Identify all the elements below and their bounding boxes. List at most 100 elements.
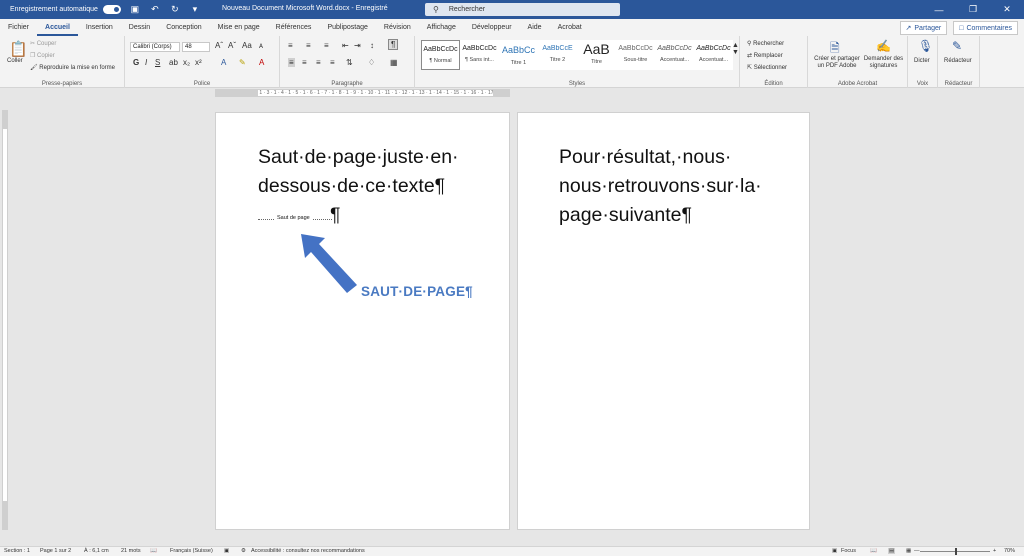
replace-button[interactable]: ⇄ Remplacer [747, 52, 783, 59]
status-position[interactable]: À : 6,1 cm [84, 548, 109, 554]
font-name-select[interactable]: Calibri (Corps) [130, 42, 180, 52]
style-emphasis-subtle[interactable]: AaBbCcDc Accentuat... [655, 40, 694, 70]
vertical-ruler[interactable] [0, 98, 10, 546]
sort-icon[interactable]: ↕ [370, 41, 374, 50]
format-painter-button[interactable]: 🖌 Reproduire la mise en forme [30, 64, 115, 71]
style-no-spacing[interactable]: AaBbCcDc ¶ Sans int... [460, 40, 499, 70]
zoom-out-icon[interactable]: — [914, 548, 920, 554]
request-signature-icon[interactable]: ✍ [876, 39, 891, 53]
tab-accueil[interactable]: Accueil [37, 19, 78, 36]
cut-button[interactable]: ✂ Couper [30, 40, 56, 47]
microphone-icon[interactable]: 🎙 [918, 39, 933, 53]
change-case-icon[interactable]: Aa [242, 41, 252, 50]
tab-references[interactable]: Références [268, 19, 320, 36]
numbering-icon[interactable]: ≡ [306, 41, 311, 50]
strikethrough-icon[interactable]: ab [169, 58, 178, 67]
undo-icon[interactable]: ↶ [149, 4, 161, 16]
decrease-indent-icon[interactable]: ⇤ [342, 41, 349, 50]
increase-indent-icon[interactable]: ⇥ [354, 41, 361, 50]
style-title[interactable]: AaB Titre [577, 40, 616, 70]
autosave-toggle[interactable]: Enregistrement automatique [0, 5, 121, 14]
status-section[interactable]: Section : 1 [4, 548, 30, 554]
highlight-icon[interactable]: ✎ [239, 58, 246, 67]
shrink-font-icon[interactable]: Aˇ [228, 41, 236, 50]
tab-publipostage[interactable]: Publipostage [319, 19, 375, 36]
tab-affichage[interactable]: Affichage [419, 19, 464, 36]
status-accessibility[interactable]: Accessibilité : consultez nos recommanda… [251, 548, 365, 554]
share-button[interactable]: ↗ Partager [899, 21, 948, 35]
document-page-1[interactable]: Saut·de·page·juste·en· dessous·de·ce·tex… [215, 112, 510, 530]
font-color-icon[interactable]: A [259, 58, 264, 67]
bullets-icon[interactable]: ≡ [288, 41, 293, 50]
bold-icon[interactable]: G [133, 58, 139, 67]
tab-fichier[interactable]: Fichier [0, 19, 37, 36]
document-page-2[interactable]: Pour·résultat,·nous· nous·retrouvons·sur… [517, 112, 810, 530]
multilevel-list-icon[interactable]: ≡ [324, 41, 329, 50]
request-signatures-button[interactable]: Demander des signatures [861, 56, 906, 70]
font-size-select[interactable]: 48 [182, 42, 210, 52]
editor-icon[interactable]: ✎ [952, 39, 962, 53]
search-input[interactable]: ⚲ Rechercher [425, 3, 620, 16]
tab-dessin[interactable]: Dessin [121, 19, 158, 36]
show-formatting-icon[interactable]: ¶ [388, 39, 399, 50]
toggle-switch[interactable] [102, 5, 121, 14]
redo-icon[interactable]: ↻ [169, 4, 181, 16]
text-effects-icon[interactable]: A [221, 58, 226, 67]
page1-paragraph[interactable]: Saut·de·page·juste·en· dessous·de·ce·tex… [258, 143, 498, 201]
save-icon[interactable]: ▣ [129, 4, 141, 16]
focus-button[interactable]: Focus [841, 548, 856, 554]
style-normal[interactable]: AaBbCcDc ¶ Normal [421, 40, 460, 70]
paste-button[interactable]: Coller [7, 58, 23, 64]
styles-scroll-icon[interactable]: ▲ ▼ [732, 42, 739, 56]
tab-aide[interactable]: Aide [520, 19, 550, 36]
grow-font-icon[interactable]: Aˆ [215, 41, 223, 50]
select-button[interactable]: ⇱ Sélectionner [747, 64, 787, 71]
tab-conception[interactable]: Conception [158, 19, 209, 36]
tab-revision[interactable]: Révision [376, 19, 419, 36]
italic-icon[interactable]: I [145, 58, 147, 67]
zoom-level[interactable]: 70% [1004, 548, 1015, 554]
find-button[interactable]: ⚲ Rechercher [747, 40, 784, 47]
comments-button[interactable]: □ Commentaires [953, 21, 1018, 35]
close-icon[interactable]: ✕ [990, 0, 1024, 19]
status-language[interactable]: Français (Suisse) [170, 548, 213, 554]
line-spacing-icon[interactable]: ⇅ [346, 58, 353, 67]
style-heading-1[interactable]: AaBbCc Titre 1 [499, 40, 538, 70]
customize-toolbar-icon[interactable]: ▾ [189, 4, 201, 16]
editor-button[interactable]: Rédacteur [944, 58, 972, 64]
create-pdf-button[interactable]: Créer et partager un PDF Adobe [812, 56, 862, 70]
style-subtitle[interactable]: AaBbCcDc Sous-titre [616, 40, 655, 70]
subscript-icon[interactable]: x₂ [183, 58, 190, 67]
superscript-icon[interactable]: x² [195, 58, 202, 67]
zoom-slider-thumb[interactable] [955, 548, 957, 555]
underline-icon[interactable]: S [155, 58, 160, 67]
proofing-icon[interactable]: 📖 [150, 548, 157, 554]
tab-acrobat[interactable]: Acrobat [550, 19, 590, 36]
macro-icon[interactable]: ▣ [224, 548, 229, 554]
web-layout-icon[interactable]: ▦ [906, 548, 911, 554]
minimize-icon[interactable]: — [922, 0, 956, 19]
tab-developpeur[interactable]: Développeur [464, 19, 520, 36]
tab-insertion[interactable]: Insertion [78, 19, 121, 36]
align-right-icon[interactable]: ≡ [316, 58, 321, 67]
style-emphasis[interactable]: AaBbCcDc Accentuat... [694, 40, 733, 70]
justify-icon[interactable]: ≡ [330, 58, 335, 67]
shading-icon[interactable]: ♢ [368, 58, 375, 67]
zoom-in-icon[interactable]: + [993, 548, 996, 554]
print-layout-icon[interactable]: ▤ [888, 548, 896, 554]
restore-icon[interactable]: ❐ [956, 0, 990, 19]
horizontal-ruler[interactable]: 1 · 2 · 1 · 1 · 1 · 2 · 1 · 3 · 1 · 4 · … [0, 88, 1024, 98]
align-left-icon[interactable]: ≡ [288, 58, 295, 67]
clear-format-icon[interactable]: ᴀ [259, 41, 263, 50]
style-heading-2[interactable]: AaBbCcE Titre 2 [538, 40, 577, 70]
page2-paragraph[interactable]: Pour·résultat,·nous· nous·retrouvons·sur… [559, 143, 799, 230]
paste-icon[interactable]: 📋 [9, 40, 28, 58]
tab-mise-en-page[interactable]: Mise en page [210, 19, 268, 36]
read-mode-icon[interactable]: 📖 [870, 548, 877, 554]
status-words[interactable]: 21 mots [121, 548, 141, 554]
borders-icon[interactable]: ▦ [390, 58, 398, 67]
align-center-icon[interactable]: ≡ [302, 58, 307, 67]
copy-button[interactable]: ❐ Copier [30, 52, 55, 59]
status-page[interactable]: Page 1 sur 2 [40, 548, 71, 554]
dictate-button[interactable]: Dicter [914, 58, 930, 64]
